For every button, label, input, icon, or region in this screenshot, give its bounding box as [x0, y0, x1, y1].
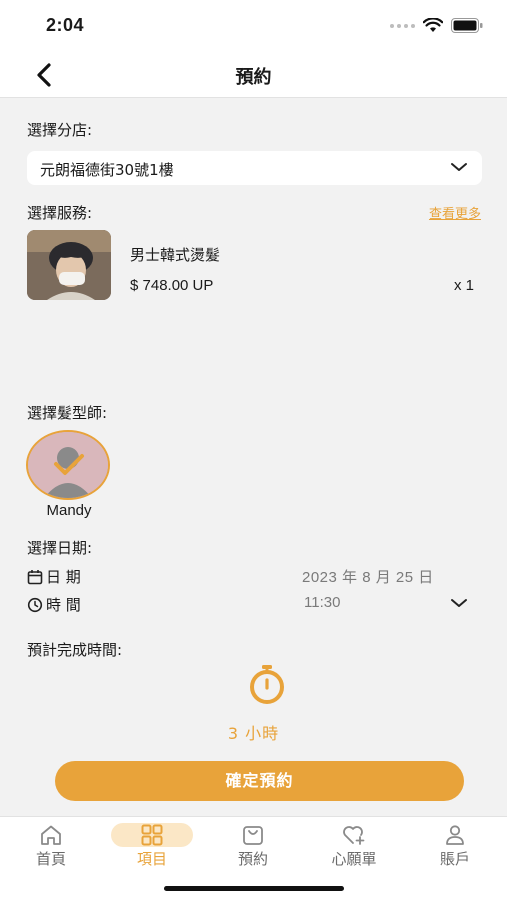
stylist-name: Mandy: [46, 502, 92, 519]
date-row-label: 日 期: [27, 566, 81, 587]
branch-select[interactable]: 元朗福德街30號1樓: [27, 151, 482, 185]
service-name: 男士韓式燙髮: [130, 246, 221, 264]
branch-value: 元朗福德街30號1樓: [40, 161, 174, 179]
time-label: 時 間: [46, 596, 81, 614]
time-row-label: 時 間: [27, 594, 81, 615]
home-indicator: [164, 886, 344, 891]
heart-icon: [343, 826, 365, 845]
tab-label: 首頁: [35, 850, 66, 868]
service-quantity: x 1: [453, 277, 474, 294]
status-bar: 2:04: [0, 0, 507, 50]
tab-wishlist[interactable]: 心願單: [309, 823, 399, 869]
user-icon: [446, 825, 464, 845]
page-title: 預約: [235, 67, 272, 88]
tab-label: 賬戶: [439, 850, 470, 868]
time-value[interactable]: 11:30: [304, 594, 340, 611]
tab-booking[interactable]: 預約: [208, 823, 298, 869]
service-label: 選擇服務:: [27, 204, 93, 222]
see-more-link[interactable]: 查看更多: [429, 203, 481, 222]
tab-account[interactable]: 賬戶: [410, 823, 500, 869]
tab-label: 預約: [237, 850, 268, 868]
status-time: 2:04: [46, 15, 85, 35]
status-icons: [390, 18, 483, 33]
tab-home[interactable]: 首頁: [6, 823, 96, 869]
date-label: 日 期: [46, 568, 81, 586]
date-section-label: 選擇日期:: [27, 539, 93, 557]
stylist-avatar: [26, 430, 110, 500]
date-value[interactable]: 2023 年 8 月 25 日: [302, 566, 492, 587]
home-icon: [41, 825, 61, 845]
stopwatch-icon: [250, 665, 284, 704]
time-chevron-down-icon[interactable]: [450, 597, 468, 609]
service-price: $ 748.00 UP: [130, 277, 214, 294]
signal-icon: [390, 23, 415, 28]
tab-label: 項目: [136, 850, 167, 868]
bag-icon: [243, 826, 263, 845]
chevron-down-icon: [451, 163, 467, 171]
stylist-card[interactable]: Mandy: [26, 430, 112, 519]
battery-icon: [451, 18, 483, 33]
wifi-icon: [423, 18, 443, 32]
service-thumbnail: [27, 230, 111, 300]
stylist-label: 選擇髮型師:: [27, 404, 108, 422]
calendar-icon: [27, 569, 43, 584]
tab-items[interactable]: 項目: [107, 823, 197, 869]
grid-icon: [141, 824, 163, 846]
confirm-booking-button[interactable]: 確定預約: [55, 761, 464, 801]
nav-bar: 預約: [0, 50, 507, 98]
estimated-duration: 3 小時: [227, 724, 280, 743]
tab-label: 心願單: [331, 850, 377, 868]
branch-label: 選擇分店:: [27, 121, 93, 139]
estimate-label: 預計完成時間:: [27, 641, 123, 659]
clock-icon: [27, 597, 43, 612]
